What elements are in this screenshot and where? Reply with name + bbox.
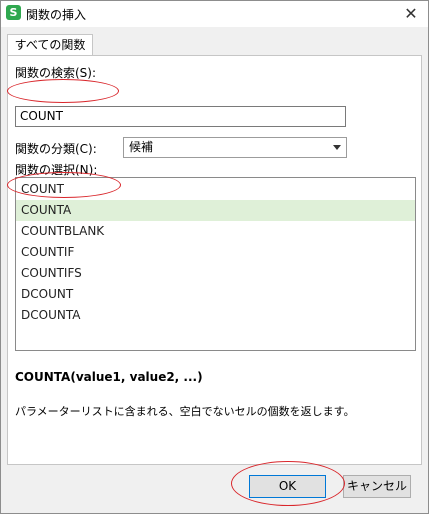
category-select[interactable]: 候補 [123,137,347,158]
app-logo-icon: S [6,5,21,20]
category-selected-value: 候補 [129,140,154,154]
function-list-label: 関数の選択(N): [15,163,98,177]
cancel-button[interactable]: キャンセル [343,475,411,498]
tab-all-functions[interactable]: すべての関数 [7,34,93,56]
function-description: パラメーターリストに含まれる、空白でないセルの個数を返します。 [15,405,355,418]
ok-button[interactable]: OK [249,475,326,498]
list-item[interactable]: COUNTBLANK [16,221,415,242]
chevron-down-icon[interactable] [333,145,341,150]
tab-content: 関数の検索(S): COUNT 関数の分類(C): 候補 関数の選択(N): C… [7,55,422,465]
function-signature: COUNTA(value1, value2, ...) [15,370,203,384]
search-input[interactable]: COUNT [15,106,346,127]
category-label: 関数の分類(C): [15,142,97,156]
insert-function-dialog: S 関数の挿入 ✕ すべての関数 関数の検索(S): COUNT 関数の分類(C… [0,0,429,514]
search-label: 関数の検索(S): [15,66,97,80]
function-listbox[interactable]: COUNT COUNTA COUNTBLANK COUNTIF COUNTIFS… [15,177,416,351]
close-icon[interactable]: ✕ [394,1,428,27]
window-title: 関数の挿入 [26,8,87,22]
list-item[interactable]: COUNTIFS [16,263,415,284]
list-item[interactable]: DCOUNTA [16,305,415,326]
list-item[interactable]: COUNTIF [16,242,415,263]
dialog-body: すべての関数 関数の検索(S): COUNT 関数の分類(C): 候補 関数の選… [1,27,428,513]
title-bar: S 関数の挿入 ✕ [1,1,428,27]
list-item-selected[interactable]: COUNTA [16,200,415,221]
list-item[interactable]: DCOUNT [16,284,415,305]
list-item[interactable]: COUNT [16,179,415,200]
